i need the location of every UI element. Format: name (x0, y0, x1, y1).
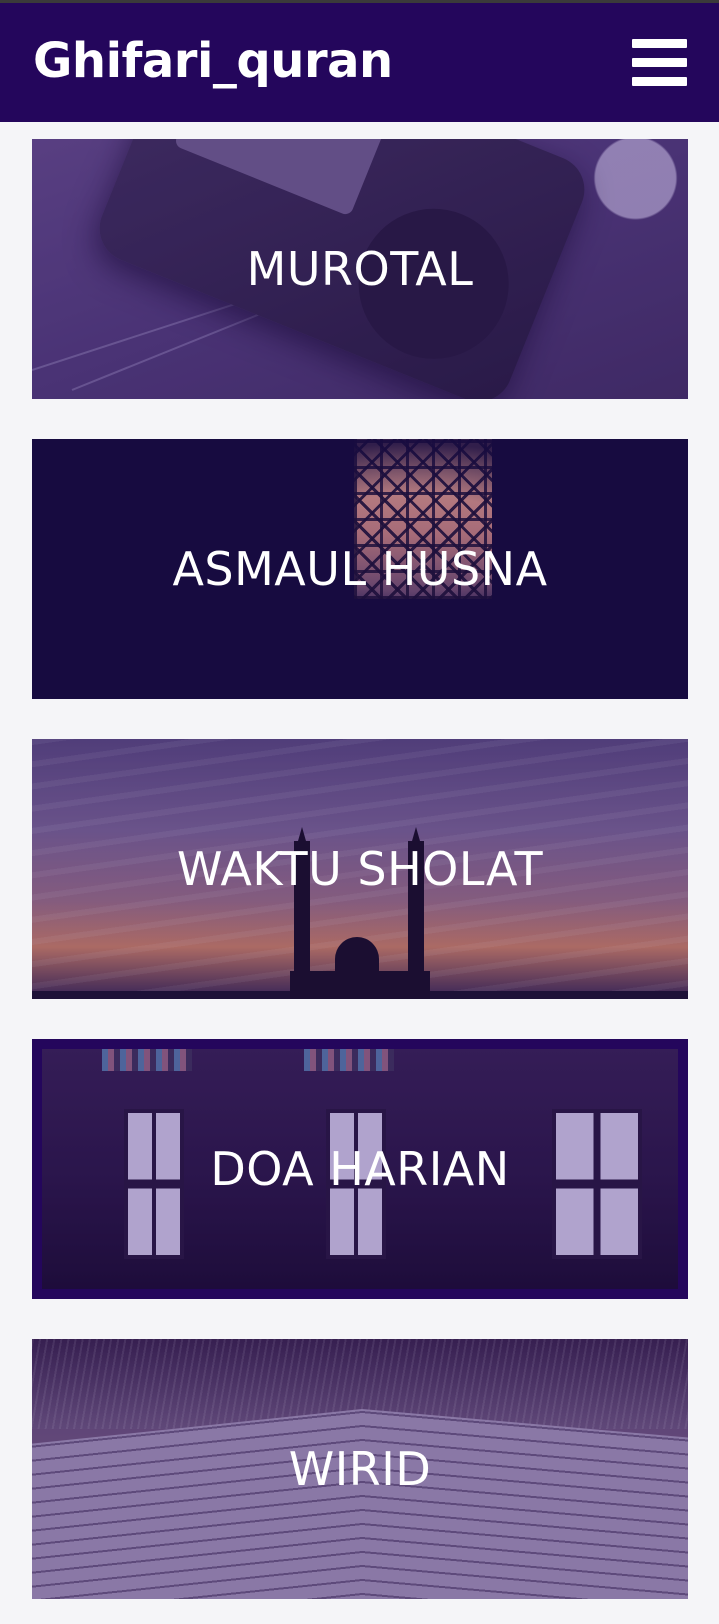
menu-card-doa-harian[interactable]: DOA HARIAN (32, 1039, 688, 1299)
menu-bar-bottom (632, 77, 687, 86)
app-title: Ghifari_quran (33, 33, 393, 89)
menu-card-asmaul-husna[interactable]: ASMAUL HUSNA (32, 439, 688, 699)
menu-bar-middle (632, 58, 687, 67)
menu-card-waktu-sholat[interactable]: WAKTU SHOLAT (32, 739, 688, 999)
menu-card-label: WIRID (288, 1442, 432, 1496)
menu-card-label: ASMAUL HUSNA (172, 542, 548, 596)
app-bar: Ghifari_quran (0, 3, 719, 122)
menu-card-murotal[interactable]: MUROTAL (32, 139, 688, 399)
menu-card-wirid[interactable]: WIRID (32, 1339, 688, 1599)
menu-card-label: WAKTU SHOLAT (176, 842, 544, 896)
menu-card-label: DOA HARIAN (210, 1142, 510, 1196)
menu-card-label: MUROTAL (246, 242, 474, 296)
hamburger-menu-icon[interactable] (628, 37, 688, 89)
menu-bar-top (632, 39, 687, 48)
